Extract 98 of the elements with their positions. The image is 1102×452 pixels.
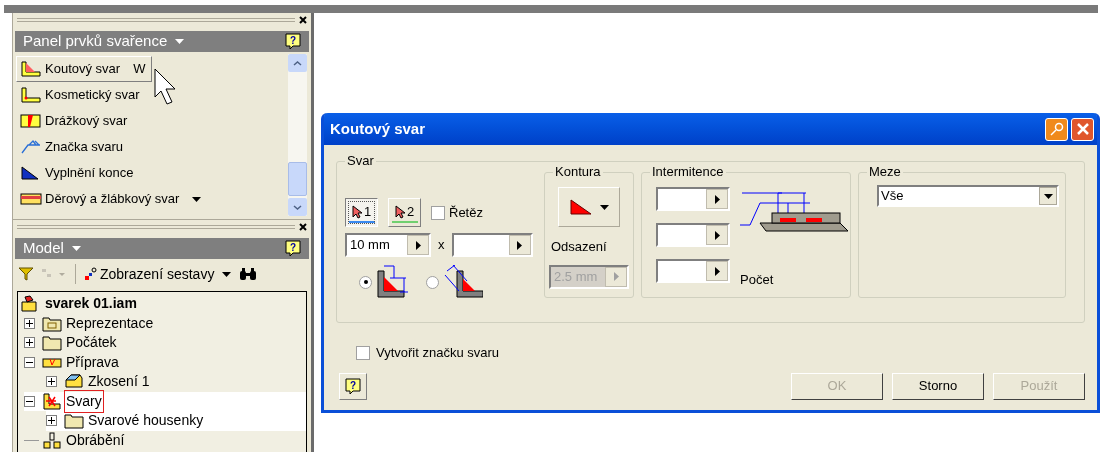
- tree-item[interactable]: Reprezentace: [65, 312, 155, 334]
- checkbox[interactable]: [356, 345, 370, 360]
- spin-field[interactable]: [451, 233, 533, 257]
- cursor-arrow-icon: [394, 204, 405, 219]
- view-button[interactable]: Zobrazení sestavy: [84, 263, 215, 285]
- fillet-weld-icon: [20, 61, 42, 77]
- times-sign: x: [438, 236, 445, 255]
- tree-root[interactable]: svarek 01.iam: [45, 293, 137, 315]
- weld-tool-item[interactable]: Drážkový svar: [16, 108, 135, 134]
- scroll-down-icon[interactable]: [288, 198, 307, 216]
- caret-icon: [175, 39, 185, 44]
- shortcut-label: W: [133, 60, 146, 79]
- tool-label: Kosmetický svar: [45, 86, 140, 105]
- select-button[interactable]: 2: [388, 198, 421, 227]
- play-arrow-icon: [714, 230, 720, 240]
- triangle-icon: [569, 199, 592, 215]
- spin-field[interactable]: 10 mm: [345, 233, 431, 257]
- tree-item[interactable]: Počátek: [65, 332, 118, 354]
- expand-icon[interactable]: [24, 317, 35, 329]
- cursor-arrow-icon: [351, 204, 362, 219]
- checkbox[interactable]: [431, 205, 445, 220]
- field-label: Počet: [740, 270, 775, 289]
- panel-header[interactable]: Model ?: [15, 238, 309, 259]
- arrow-button[interactable]: [407, 235, 429, 255]
- help-icon[interactable]: ?: [285, 240, 301, 257]
- chamfer-icon: [64, 373, 84, 391]
- tree-item[interactable]: Svary: [65, 390, 103, 412]
- tool-label: Děrový a žlábkový svar: [45, 190, 180, 209]
- close-icon: [1076, 123, 1089, 135]
- play-arrow-icon: [613, 272, 619, 281]
- expand-icon[interactable]: [46, 376, 57, 388]
- tool-label: Koutový svar: [45, 60, 121, 79]
- radio-button[interactable]: [359, 275, 372, 289]
- help-icon[interactable]: ?: [345, 377, 361, 395]
- panel-header[interactable]: Panel prvků svařence ?: [15, 31, 309, 52]
- checkbox-label: Řetěz: [449, 203, 483, 222]
- close-button[interactable]: [1071, 117, 1094, 141]
- scroll-up-icon[interactable]: [288, 54, 307, 72]
- weld-tool-item[interactable]: Vyplnění konce: [16, 160, 141, 186]
- tree-item[interactable]: Obrábění: [65, 429, 126, 451]
- panel-title: Model: [23, 238, 64, 259]
- help-button[interactable]: ?: [339, 372, 367, 400]
- bead-weld-icon: [20, 191, 42, 207]
- panel-title: Panel prvků svařence: [23, 31, 168, 52]
- expand-icon[interactable]: [24, 337, 35, 349]
- close-icon[interactable]: [299, 223, 307, 231]
- expand-icon[interactable]: [46, 415, 57, 427]
- filter-icon[interactable]: [19, 267, 33, 281]
- arrow-button[interactable]: [706, 225, 728, 245]
- field-label: Odsazení: [551, 238, 607, 256]
- dialog-button[interactable]: Storno: [892, 372, 984, 400]
- spin-field[interactable]: [656, 259, 730, 283]
- spin-field[interactable]: [656, 187, 730, 211]
- folder-icon: [42, 314, 62, 332]
- scroll-thumb[interactable]: [288, 162, 307, 196]
- help-icon[interactable]: ?: [285, 33, 301, 50]
- caret-icon: [71, 246, 81, 251]
- weld-tool-item[interactable]: Koutový svar W: [16, 56, 153, 82]
- machining-icon: [42, 431, 62, 449]
- weld-tool-item[interactable]: Děrový a žlábkový svar: [16, 186, 209, 212]
- radio-button[interactable]: [426, 275, 439, 289]
- dropdown-caret-icon: [599, 204, 609, 210]
- close-icon[interactable]: [299, 16, 307, 24]
- tool-label: Vyplnění konce: [45, 164, 134, 183]
- weld-tool-item[interactable]: Kosmetický svar: [16, 82, 147, 108]
- collapse-icon[interactable]: [24, 356, 35, 368]
- fillet-throat-drawing: [443, 265, 483, 299]
- tool-label: Značka svaru: [45, 138, 124, 157]
- weld-tool-item[interactable]: Značka svaru: [16, 134, 131, 160]
- dropdown-caret-icon: [1043, 193, 1053, 199]
- weld-symbol-icon: [20, 139, 42, 155]
- view-icon: [84, 267, 98, 281]
- scrollbar[interactable]: [288, 54, 307, 216]
- contour-dropdown[interactable]: [558, 187, 620, 227]
- welds-icon: [42, 392, 62, 410]
- tree-item[interactable]: Zkosení 1: [87, 371, 151, 393]
- folder-icon: [42, 334, 62, 352]
- arrow-button[interactable]: [706, 261, 728, 281]
- collapse-icon[interactable]: [24, 395, 35, 407]
- play-arrow-icon: [714, 194, 720, 204]
- spin-field[interactable]: [656, 223, 730, 247]
- cosmetic-weld-icon: [20, 87, 42, 103]
- select-button[interactable]: 1: [345, 198, 378, 227]
- tool-label: Drážkový svar: [45, 112, 128, 131]
- checkbox-label: Vytvořit značku svaru: [376, 344, 500, 362]
- groove-weld-icon: [20, 113, 42, 129]
- binoculars-icon[interactable]: [239, 267, 258, 281]
- play-arrow-icon: [714, 266, 720, 276]
- tree-item[interactable]: Příprava: [65, 351, 120, 373]
- dropdown-caret-icon: [192, 196, 202, 202]
- dropdown-caret-icon: [222, 271, 232, 277]
- play-arrow-icon: [517, 240, 522, 250]
- mouse-pointer-icon: [154, 68, 176, 108]
- limits-dropdown[interactable]: Vše: [877, 185, 1059, 207]
- arrow-button[interactable]: [508, 235, 531, 255]
- dialog-title: Koutový svar: [330, 118, 427, 139]
- arrow-button[interactable]: [706, 189, 728, 209]
- play-arrow-icon: [415, 240, 421, 250]
